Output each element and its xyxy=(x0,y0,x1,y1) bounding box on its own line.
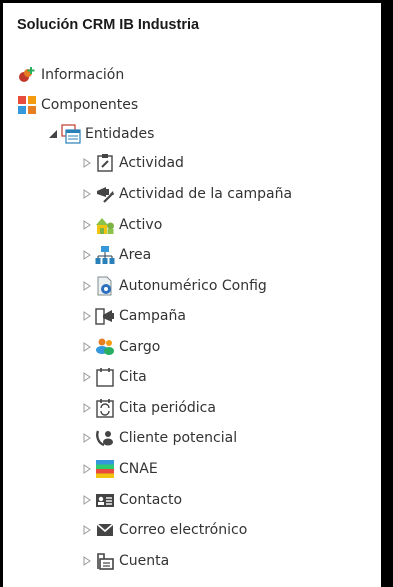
tree-item-actividad-campana[interactable]: Actividad de la campaña xyxy=(79,179,292,209)
collapsed-arrow-icon[interactable] xyxy=(79,186,95,202)
entity-label: Cargo xyxy=(119,339,161,355)
collapsed-arrow-icon[interactable] xyxy=(79,430,95,446)
tree-item-cliente-potencial[interactable]: Cliente potencial xyxy=(79,423,237,453)
entity-label: Correo electrónico xyxy=(119,522,248,538)
cnae-icon xyxy=(95,459,115,479)
autonumber-config-icon xyxy=(95,276,115,296)
tree-item-cnae[interactable]: CNAE xyxy=(79,454,158,484)
tree-item-actividad[interactable]: Actividad xyxy=(79,148,184,178)
entity-label: Cliente potencial xyxy=(119,430,238,446)
lead-icon xyxy=(95,428,115,448)
collapsed-arrow-icon[interactable] xyxy=(79,553,95,569)
activity-icon xyxy=(95,153,115,173)
collapsed-arrow-icon[interactable] xyxy=(79,308,95,324)
tree-item-cita[interactable]: Cita xyxy=(79,362,147,392)
tree-item-entities[interactable]: Entidades xyxy=(45,119,154,149)
entity-label: Cuenta xyxy=(119,553,170,569)
collapsed-arrow-icon[interactable] xyxy=(79,247,95,263)
collapsed-arrow-icon[interactable] xyxy=(79,155,95,171)
recurring-appointment-icon xyxy=(95,398,115,418)
collapsed-arrow-icon[interactable] xyxy=(79,400,95,416)
tree-item-contacto[interactable]: Contacto xyxy=(79,485,182,515)
solution-explorer-panel: Solución CRM IB Industria Información Co… xyxy=(3,3,381,587)
entity-label: Cita xyxy=(119,369,147,385)
position-icon xyxy=(95,337,115,357)
collapsed-arrow-icon[interactable] xyxy=(79,339,95,355)
collapsed-arrow-icon[interactable] xyxy=(79,217,95,233)
appointment-icon xyxy=(95,367,115,387)
tree-item-autonumerico-config[interactable]: Autonumérico Config xyxy=(79,271,267,301)
tree-item-campana[interactable]: Campaña xyxy=(79,301,186,331)
email-icon xyxy=(95,520,115,540)
asset-icon xyxy=(95,215,115,235)
entity-label: Actividad de la campaña xyxy=(119,186,293,202)
entity-label: Campaña xyxy=(119,308,186,324)
tree-item-correo-electronico[interactable]: Correo electrónico xyxy=(79,515,247,545)
entity-label: Cita periódica xyxy=(119,400,216,416)
entity-label: Actividad xyxy=(119,155,184,171)
tree-item-cargo[interactable]: Cargo xyxy=(79,332,160,362)
collapsed-arrow-icon[interactable] xyxy=(79,492,95,508)
entity-label: Area xyxy=(119,247,152,263)
contact-icon xyxy=(95,490,115,510)
tree-item-cuenta[interactable]: Cuenta xyxy=(79,546,169,576)
tree-item-components[interactable]: Componentes xyxy=(17,90,138,120)
tree-item-cita-periodica[interactable]: Cita periódica xyxy=(79,393,216,423)
area-icon xyxy=(95,245,115,265)
collapsed-arrow-icon[interactable] xyxy=(79,461,95,477)
entity-label: Contacto xyxy=(119,492,183,508)
tree-item-area[interactable]: Area xyxy=(79,240,151,270)
components-icon xyxy=(17,95,37,115)
entity-label: CNAE xyxy=(119,461,158,477)
account-icon xyxy=(95,551,115,571)
entities-icon xyxy=(61,124,81,144)
tree-item-information[interactable]: Información xyxy=(17,60,124,90)
entity-label: Activo xyxy=(119,217,163,233)
information-icon xyxy=(17,65,37,85)
components-label: Componentes xyxy=(41,97,139,113)
entities-label: Entidades xyxy=(85,126,155,142)
tree-item-activo[interactable]: Activo xyxy=(79,210,162,240)
campaign-icon xyxy=(95,306,115,326)
collapsed-arrow-icon[interactable] xyxy=(79,522,95,538)
entity-label: Autonumérico Config xyxy=(119,278,267,294)
expanded-arrow-icon[interactable] xyxy=(45,126,61,142)
campaign-activity-icon xyxy=(95,184,115,204)
collapsed-arrow-icon[interactable] xyxy=(79,369,95,385)
panel-title: Solución CRM IB Industria xyxy=(17,17,200,33)
information-label: Información xyxy=(41,67,125,83)
collapsed-arrow-icon[interactable] xyxy=(79,278,95,294)
